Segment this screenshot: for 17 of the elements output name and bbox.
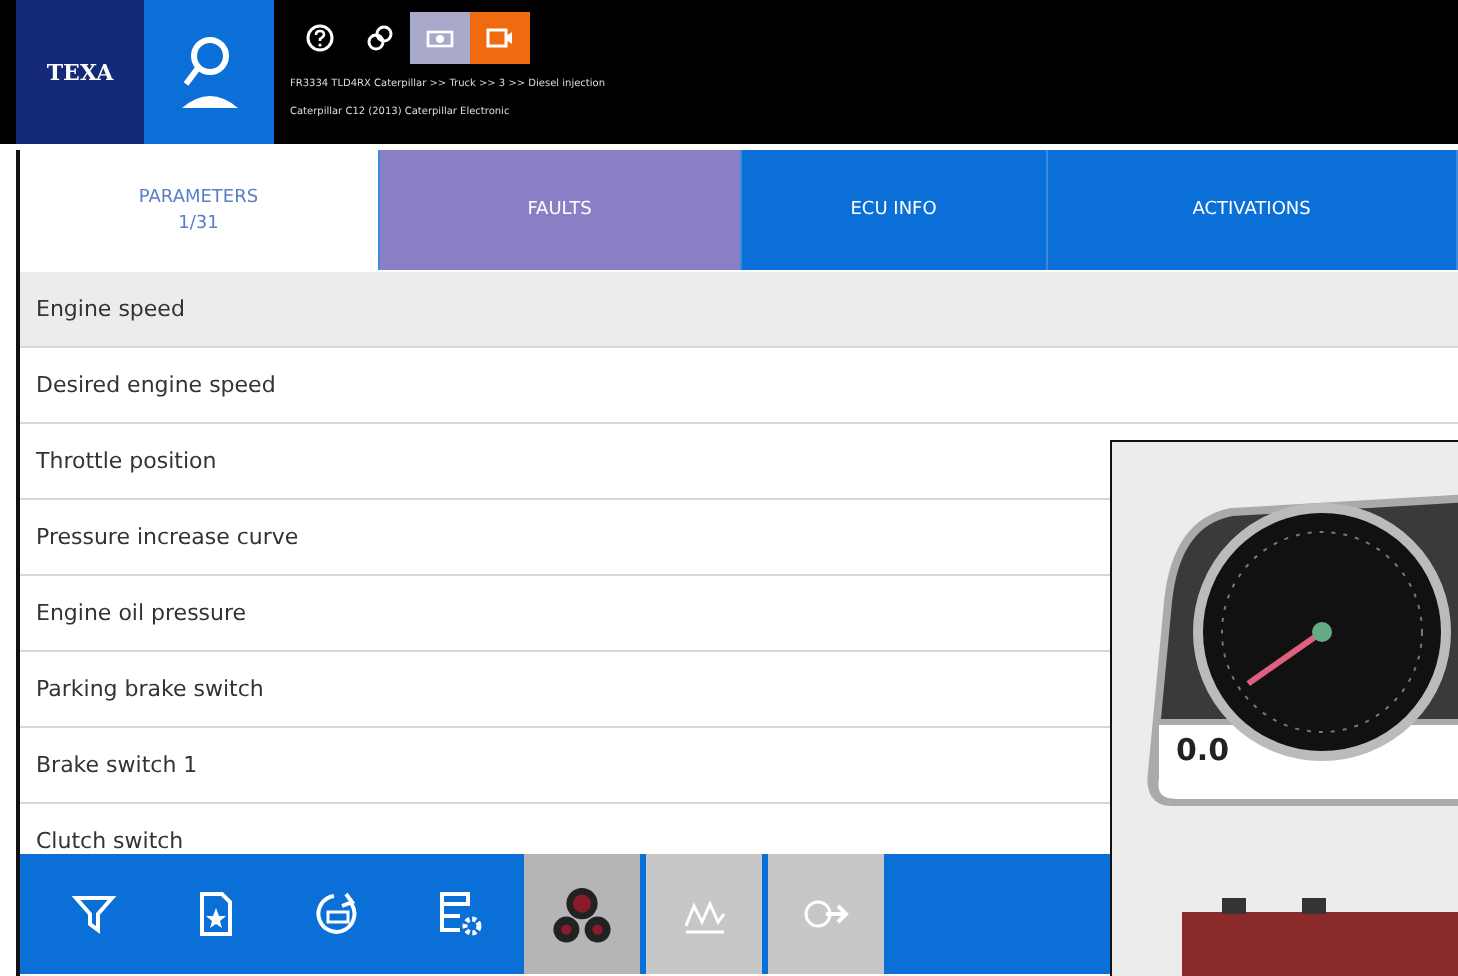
tab[interactable]: FAULTS — [379, 150, 742, 270]
circular-arrow-icon — [314, 890, 362, 938]
gauges-button[interactable] — [524, 854, 640, 974]
video-icon — [486, 26, 514, 50]
gauges-icon — [550, 882, 614, 946]
link-icon — [366, 24, 394, 52]
help-icon — [306, 24, 334, 52]
record-button[interactable] — [470, 12, 530, 64]
texa-logo: TEXA — [16, 0, 144, 144]
camera-icon — [426, 28, 454, 48]
gauge-reading: 0.0 — [1176, 732, 1230, 768]
search-button[interactable] — [144, 0, 274, 144]
parameter-row[interactable]: Engine speed — [20, 272, 1458, 348]
tab[interactable]: ECU INFO — [742, 150, 1048, 270]
tab[interactable]: ACTIVATIONS — [1047, 150, 1458, 270]
list-gear-icon — [436, 890, 484, 938]
filter-icon — [70, 890, 118, 938]
